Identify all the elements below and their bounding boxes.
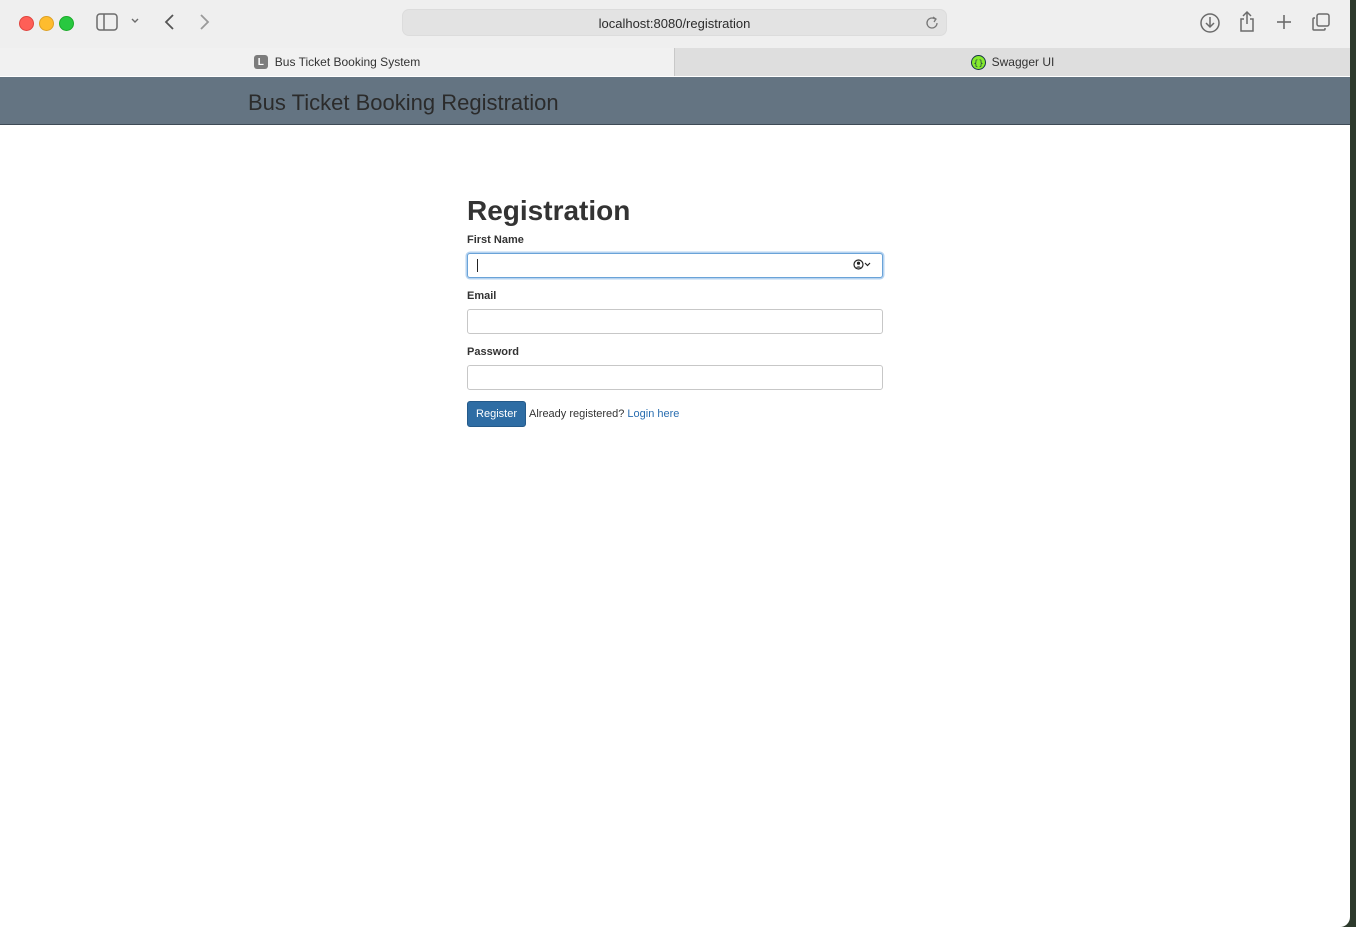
form-title: Registration	[467, 195, 631, 226]
already-registered-text: Already registered?	[529, 408, 625, 420]
email-input[interactable]	[467, 309, 883, 334]
address-bar[interactable]: localhost:8080/registration	[402, 9, 947, 36]
password-label: Password	[467, 346, 519, 358]
tab-favicon: L	[253, 55, 268, 69]
first-name-label: First Name	[467, 234, 524, 246]
zoom-window-button[interactable]	[59, 16, 74, 31]
autofill-contact-icon[interactable]	[853, 259, 873, 270]
login-link[interactable]: Login here	[627, 408, 679, 420]
tab-overview-icon[interactable]	[1311, 12, 1331, 32]
tab-label: Bus Ticket Booking System	[274, 55, 421, 69]
tab-bar: L Bus Ticket Booking System {} Swagger U…	[0, 48, 1350, 76]
first-name-input[interactable]	[467, 253, 883, 278]
minimize-window-button[interactable]	[39, 16, 54, 31]
browser-window: localhost:8080/registration L Bus Ticket…	[0, 0, 1350, 927]
share-icon[interactable]	[1238, 10, 1256, 34]
email-label: Email	[467, 290, 497, 302]
page-header: Bus Ticket Booking Registration	[0, 77, 1350, 125]
tab-swagger-ui[interactable]: {} Swagger UI	[674, 48, 1350, 76]
registration-form: Registration First Name Email Password R…	[467, 195, 883, 427]
reload-icon[interactable]	[924, 15, 940, 36]
close-window-button[interactable]	[19, 16, 34, 31]
svg-text:{}: {}	[973, 58, 983, 67]
chevron-down-icon[interactable]	[130, 17, 140, 25]
swagger-icon: {}	[970, 54, 986, 70]
text-cursor	[477, 259, 478, 272]
downloads-icon[interactable]	[1199, 12, 1221, 34]
browser-toolbar: localhost:8080/registration	[0, 0, 1350, 48]
tab-bus-ticket-booking-system[interactable]: L Bus Ticket Booking System	[0, 48, 674, 76]
forward-icon[interactable]	[198, 12, 212, 32]
tab-label: Swagger UI	[991, 55, 1055, 69]
password-input[interactable]	[467, 365, 883, 390]
back-icon[interactable]	[162, 12, 176, 32]
register-button[interactable]: Register	[467, 401, 526, 427]
sidebar-toggle-icon[interactable]	[96, 13, 118, 31]
new-tab-icon[interactable]	[1274, 12, 1294, 32]
form-actions: Register Already registered? Login here	[467, 401, 883, 427]
address-url: localhost:8080/registration	[598, 16, 751, 31]
page-brand[interactable]: Bus Ticket Booking Registration	[248, 90, 559, 116]
